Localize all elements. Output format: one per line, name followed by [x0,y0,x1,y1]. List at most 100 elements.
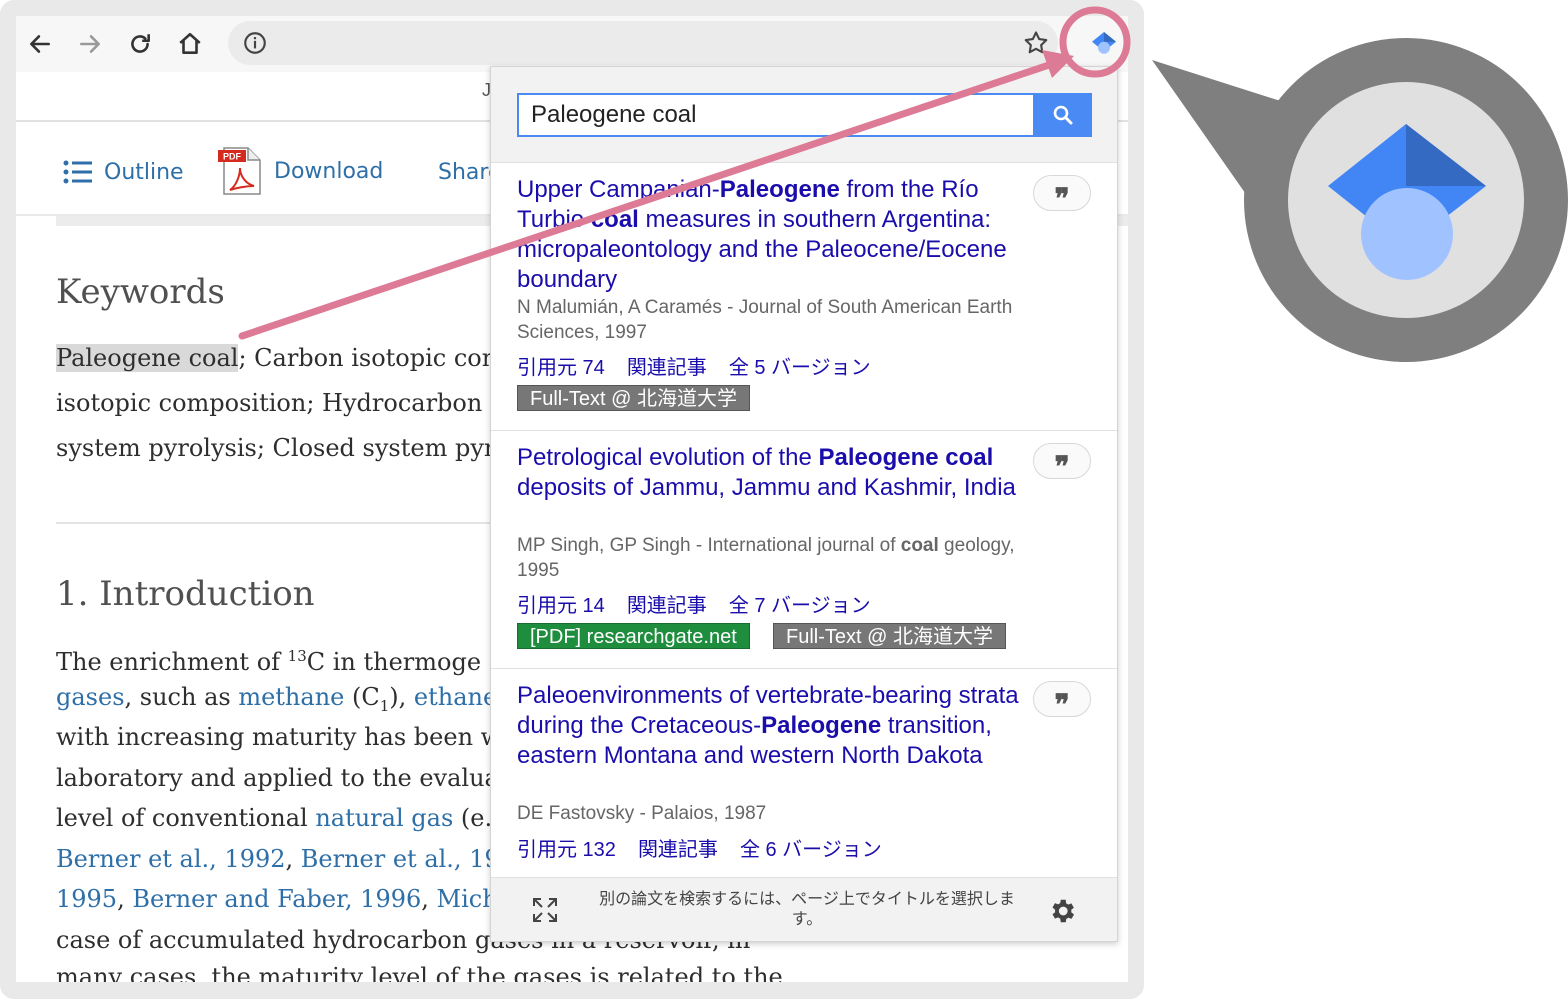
footer-hint: 別の論文を検索するには、ページ上でタイトルを選択します。 [599,891,1015,928]
callout-outer-circle [1244,38,1568,362]
search-input[interactable] [517,93,1035,137]
result-authors: N Malumián, A Caramés - Journal of South… [517,297,1013,343]
fulltext-badge[interactable]: Full-Text @ 北海道大学 [773,623,1006,649]
star-icon[interactable] [1022,29,1050,57]
outline-button[interactable]: Outline [62,146,184,198]
scholar-cap-icon [1092,32,1116,54]
citation-link[interactable]: Berner and Faber, 1996 [132,885,421,913]
intro-text: , [285,845,301,873]
scholar-extension-button[interactable] [1080,20,1128,68]
result-title[interactable]: Upper Campanian-Paleogene from the Río T… [517,175,1029,295]
intro-text: , [117,885,133,913]
result-authors: MP Singh, GP Singh - International journ… [517,535,1015,581]
keywords-line-3: system pyrolysis; Closed system pyro [56,434,510,462]
fulltext-badge[interactable]: Full-Text @ 北海道大学 [517,385,750,411]
intro-text: C in thermoge [306,648,482,676]
result-links: 引用元 132 関連記事全 6 バージョン [517,833,904,862]
result-item: Paleoenvironments of vertebrate-bearing … [491,669,1117,877]
related-articles-link[interactable]: 関連記事 [627,357,707,379]
address-bar[interactable] [228,21,1058,65]
cited-by-link[interactable]: 引用元 132 [517,839,616,861]
intro-line-7: 1995, Berner and Faber, 1996, Miche [56,887,512,911]
result-authors: DE Fastovsky - Palaios, 1987 [517,803,767,824]
keywords-line-1-rest: ; Carbon isotopic com [238,344,505,372]
scholar-popup: Upper Campanian-Paleogene from the Río T… [490,66,1118,942]
citation-link[interactable]: Berner et al., 1992 [56,845,286,873]
intro-line-3: with increasing maturity has been w [56,723,502,751]
quote-icon: ❞ [1054,450,1070,483]
quote-icon: ❞ [1054,688,1070,721]
keywords-line-1: Paleogene coal; Carbon isotopic com [56,344,505,372]
scholar-cap-icon [1328,124,1486,280]
pdf-badge[interactable]: [PDF] researchgate.net [517,623,750,649]
cited-by-link[interactable]: 引用元 74 [517,357,605,379]
intro-text: , [421,885,437,913]
intro-line-4: laboratory and applied to the evalua [56,764,499,792]
citation-link[interactable]: 1995 [56,885,117,913]
forward-button[interactable] [72,26,108,62]
intro-line-9: many cases, the maturity level of the ga… [56,963,783,982]
screenshot-stage: J Outline PDF Download Share Keywords Pa… [0,0,1568,999]
citation-link[interactable]: Berner et al., 199 [301,845,515,873]
outline-list-icon [63,160,92,184]
intro-line-2: gases, such as methane (C1), ethane [56,685,497,718]
home-button[interactable] [172,26,208,62]
link-natural-gas[interactable]: natural gas [315,804,453,832]
intro-text: level of conventional [56,804,316,832]
versions-link[interactable]: 全 6 バージョン [740,839,882,861]
selected-keyword[interactable]: Paleogene coal [56,344,239,372]
quote-icon: ❞ [1054,182,1070,215]
result-item: Petrological evolution of the Paleogene … [491,431,1117,669]
callout-inner-circle [1288,82,1524,318]
keywords-line-2: isotopic composition; Hydrocarbon [56,389,483,417]
result-links: 引用元 74 関連記事全 5 バージョン [517,351,893,380]
expand-icon[interactable] [531,896,559,924]
intro-line-1: The enrichment of 13C in thermoge [56,644,481,674]
section-divider [56,522,516,524]
result-item: Upper Campanian-Paleogene from the Río T… [491,163,1117,431]
result-title[interactable]: Petrological evolution of the Paleogene … [517,443,1029,503]
carbon-subscript: 1 [379,696,390,715]
result-links: 引用元 14 関連記事全 7 バージョン [517,589,893,618]
link-methane[interactable]: methane [238,683,344,711]
browser-toolbar [16,16,1128,72]
pdf-icon: PDF [218,147,261,195]
cite-button[interactable]: ❞ [1033,443,1091,483]
link-gases[interactable]: gases [56,683,125,711]
intro-text: (C [344,683,380,711]
intro-text: The enrichment of [56,648,288,676]
download-label: Download [274,158,384,184]
cited-by-link[interactable]: 引用元 14 [517,595,605,617]
keywords-heading: Keywords [56,272,225,312]
popup-footer: 別の論文を検索するには、ページ上でタイトルを選択します。 [491,877,1117,941]
link-ethane[interactable]: ethane [414,683,497,711]
back-icon [30,35,50,53]
pdf-tag-text: PDF [223,152,242,162]
intro-text: , such as [124,683,239,711]
intro-line-6: Berner et al., 1992, Berner et al., 199 [56,847,515,871]
reload-icon [131,34,150,53]
search-icon [1053,105,1073,125]
download-button[interactable]: PDF Download [216,140,383,202]
cite-button[interactable]: ❞ [1033,681,1091,721]
callout-pointer [1152,60,1290,200]
intro-line-5: level of conventional natural gas (e.g [56,806,507,830]
related-articles-link[interactable]: 関連記事 [627,595,707,617]
back-button[interactable] [22,26,58,62]
gear-icon[interactable] [1047,896,1077,926]
search-button[interactable] [1034,93,1092,137]
versions-link[interactable]: 全 5 バージョン [729,357,871,379]
cite-button[interactable]: ❞ [1033,175,1091,215]
intro-text: ), [389,683,414,711]
related-articles-link[interactable]: 関連記事 [638,839,718,861]
info-icon[interactable] [242,30,268,56]
versions-link[interactable]: 全 7 バージョン [729,595,871,617]
reload-button[interactable] [122,26,158,62]
introduction-heading: 1. Introduction [56,574,315,614]
forward-icon [80,35,100,53]
home-icon [179,32,201,54]
result-title[interactable]: Paleoenvironments of vertebrate-bearing … [517,681,1029,771]
outline-label: Outline [104,159,184,185]
popup-search-bar [491,67,1117,163]
isotope-superscript: 13 [287,647,307,665]
